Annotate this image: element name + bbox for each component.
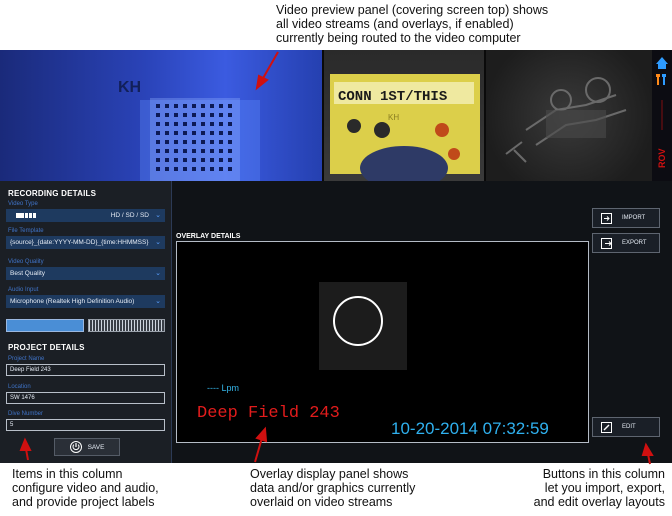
arrow-left-column xyxy=(19,437,32,461)
arrow-overlay xyxy=(254,426,268,463)
arrow-preview xyxy=(255,51,279,91)
annotation-arrows xyxy=(19,51,654,465)
arrow-buttons xyxy=(641,442,654,465)
